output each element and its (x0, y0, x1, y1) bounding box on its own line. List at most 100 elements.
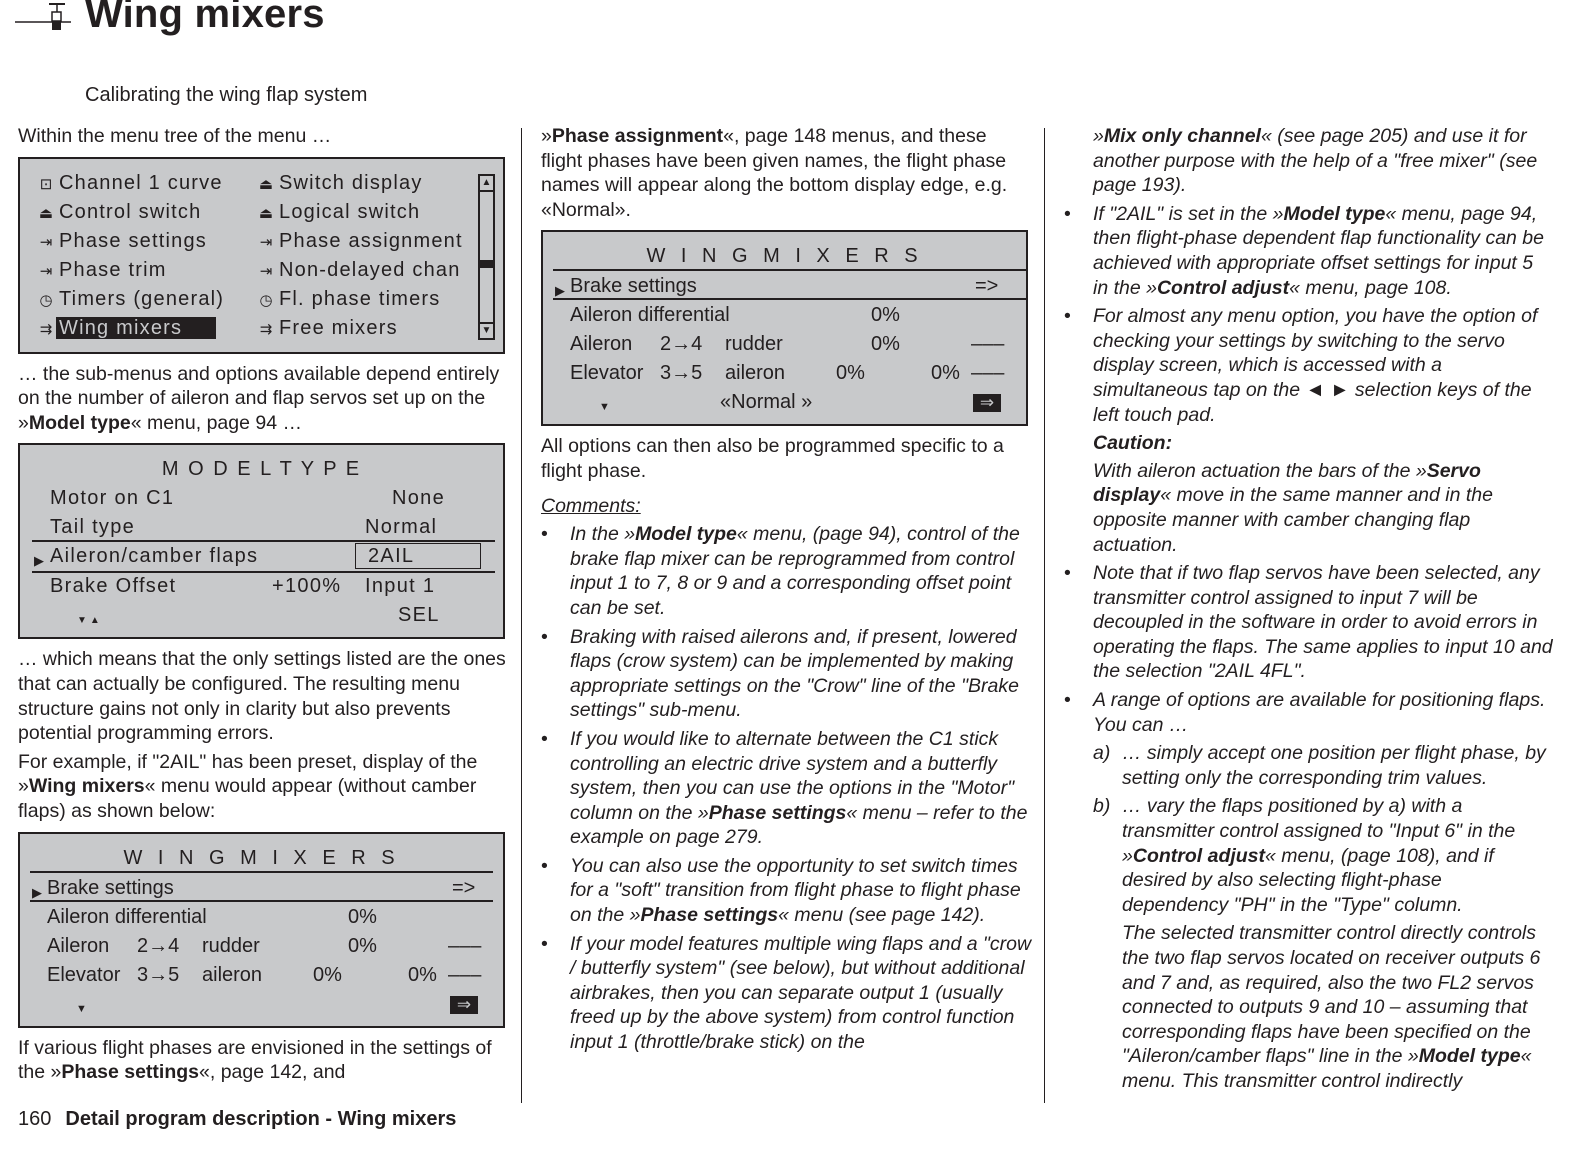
menu-item[interactable]: ◷ Timers (general) (36, 287, 224, 314)
list-item: If you would like to alternate between t… (541, 727, 1033, 850)
menu-item-label: Phase settings (59, 229, 207, 252)
divider (32, 540, 495, 543)
row-target: rudder (202, 934, 260, 957)
scrollbar[interactable]: ▲ ▼ (478, 173, 495, 340)
menu-item-label: Channel 1 curve (59, 171, 223, 194)
menu-item[interactable]: ⇥ Non-delayed chan (256, 258, 461, 285)
row-label: Aileron differential (570, 304, 730, 327)
nav-down-icon[interactable]: ▼ (76, 997, 87, 1022)
list-item: A range of options are available for pos… (1064, 688, 1553, 1094)
switch-field[interactable]: ––– (971, 361, 1004, 386)
row-label: Elevator (570, 362, 644, 385)
row-mid-value[interactable]: +100% (272, 574, 341, 599)
menu-item-label: Control switch (59, 200, 202, 223)
scroll-thumb[interactable] (480, 259, 493, 268)
screen-title: W I N G M I X E R S (646, 245, 923, 268)
row-value[interactable]: 0% (348, 905, 377, 930)
sub-item: b)… vary the flaps positioned by a) with… (1093, 795, 1541, 1092)
row-label: Aileron (570, 333, 633, 356)
screen-title: W I N G M I X E R S (123, 846, 400, 869)
route: 3→5 (137, 963, 180, 986)
curve-icon: ⊡ (39, 175, 53, 193)
brake-settings-item[interactable]: Brake settings (570, 274, 697, 299)
list-item: If "2AIL" is set in the »Model type« men… (1064, 202, 1553, 300)
comments-list: In the »Model type« menu, (page 94), con… (541, 522, 1033, 1054)
menu-item[interactable]: ⏏ Logical switch (256, 200, 420, 227)
row-label: Motor on C1 (50, 487, 175, 510)
wing-mixer-icon (15, 3, 71, 30)
divider (553, 269, 1026, 272)
page-footer: 160 Detail program description - Wing mix… (18, 1108, 456, 1131)
comments-heading: Comments: (541, 494, 641, 517)
switch-field[interactable]: ––– (971, 332, 1004, 357)
switch-icon: ⏏ (258, 204, 274, 222)
wing-mixers-screen: W I N G M I X E R S ▶ Brake settings => … (18, 831, 505, 1028)
menu-item[interactable]: ◷ Fl. phase timers (256, 287, 440, 314)
menu-item[interactable]: ⇥ Phase settings (36, 229, 207, 256)
caution-text: With aileron actuation the bars of the »… (1093, 459, 1493, 556)
switch-field[interactable]: ––– (448, 934, 481, 959)
switch-field[interactable]: ––– (448, 963, 481, 988)
row-value[interactable]: 0% (871, 303, 900, 328)
menu-item-label: Wing mixers (56, 316, 217, 339)
menu-item-label: Fl. phase timers (279, 287, 441, 310)
column-divider (1044, 128, 1045, 1103)
page-number: 160 (18, 1108, 52, 1130)
scroll-down-icon[interactable]: ▼ (480, 321, 493, 338)
sel-label[interactable]: SEL (398, 603, 440, 628)
list-item: In the »Model type« menu, (page 94), con… (541, 522, 1033, 620)
row-value[interactable]: 0% (408, 963, 437, 988)
menu-item[interactable]: ⇥ Phase trim (36, 258, 167, 285)
scroll-up-icon[interactable]: ▲ (480, 176, 493, 192)
submenu-arrow-icon[interactable]: => (452, 876, 475, 901)
divider (30, 899, 493, 902)
phase-icon: ⇥ (259, 233, 273, 251)
menu-item[interactable]: ⏏ Switch display (256, 171, 423, 198)
brake-settings-item[interactable]: Brake settings (47, 876, 174, 901)
row-value[interactable]: 0% (348, 934, 377, 959)
row-value[interactable]: 0% (871, 332, 900, 357)
page-title: Wing mixers (85, 0, 325, 36)
bullet-list: If "2AIL" is set in the »Model type« men… (1064, 202, 1553, 1094)
row-value[interactable]: 0% (313, 963, 342, 988)
list-item: Note that if two flap servos have been s… (1064, 561, 1553, 684)
submenu-arrow-icon[interactable]: => (975, 274, 998, 299)
row-value[interactable]: 0% (836, 361, 865, 386)
selected-marker-icon: ▶ (34, 553, 44, 569)
menu-item[interactable]: ⊡ Channel 1 curve (36, 171, 223, 198)
list-item: For almost any menu option, you have the… (1064, 304, 1553, 557)
row-label: Brake Offset (50, 575, 177, 598)
row-value[interactable]: None (392, 486, 445, 511)
timer-icon: ◷ (39, 291, 53, 309)
row-value[interactable]: 2AIL (368, 544, 414, 569)
row-value[interactable]: Normal (365, 515, 437, 540)
menu-item[interactable]: ⇉ Wing mixers (36, 316, 217, 343)
enter-arrow-icon[interactable]: ⇒ (973, 394, 1001, 413)
nav-arrows-icon[interactable]: ▼▲ (77, 609, 103, 634)
phase-icon: ⇥ (39, 233, 53, 251)
flight-phase-name[interactable]: «Normal » (720, 390, 812, 415)
mixer-icon: ⇉ (259, 320, 273, 338)
route: 2→4 (137, 934, 180, 957)
route: 2→4 (660, 333, 703, 356)
switch-icon: ⏏ (38, 204, 54, 222)
paragraph: »Mix only channel« (see page 205) and us… (1093, 125, 1538, 197)
paragraph: … which means that the only settings lis… (18, 648, 506, 745)
menu-item[interactable]: ⇥ Phase assignment (256, 229, 463, 256)
row-value[interactable]: Input 1 (365, 574, 435, 599)
divider (553, 298, 1026, 301)
row-value[interactable]: 0% (931, 361, 960, 386)
menu-item[interactable]: ⇉ Free mixers (256, 316, 398, 343)
menu-item-label: Free mixers (279, 316, 398, 339)
phase-icon: ⇥ (39, 262, 53, 280)
model-type-screen: M O D E L T Y P E Motor on C1 None Tail … (18, 443, 505, 640)
column-middle: »Phase assignment«, page 148 menus, and … (541, 124, 1033, 1055)
nav-down-icon[interactable]: ▼ (599, 395, 610, 420)
menu-item[interactable]: ⏏ Control switch (36, 200, 201, 227)
timer-icon: ◷ (259, 291, 273, 309)
phase-icon: ⇥ (259, 262, 273, 280)
row-target: rudder (725, 333, 783, 356)
switch-icon: ⏏ (258, 175, 274, 193)
row-label: Aileron/camber flaps (50, 545, 259, 568)
enter-arrow-icon[interactable]: ⇒ (450, 995, 478, 1014)
